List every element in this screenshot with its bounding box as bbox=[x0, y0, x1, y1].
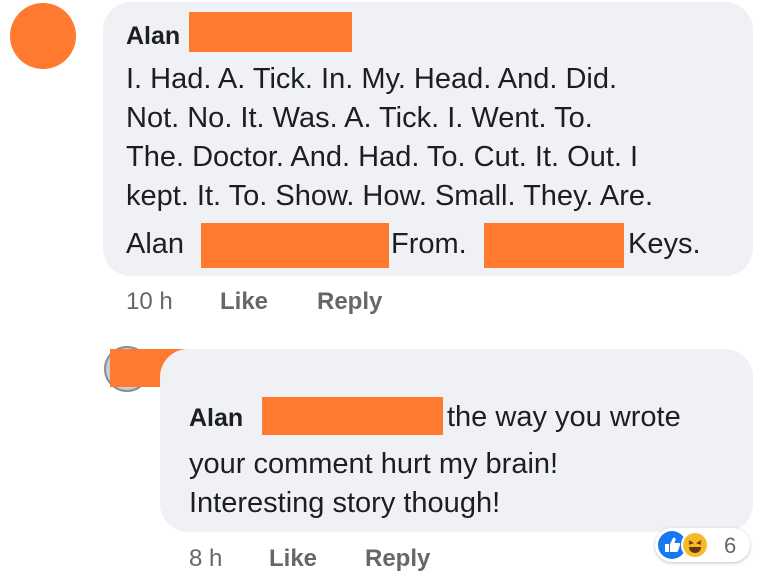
commenter-avatar[interactable] bbox=[10, 3, 76, 69]
reply-like-button[interactable]: Like bbox=[269, 545, 317, 573]
reply-reply-button[interactable]: Reply bbox=[365, 545, 430, 573]
comment-like-button[interactable]: Like bbox=[220, 288, 268, 316]
comment-line-2: Not. No. It. Was. A. Tick. I. Went. To. bbox=[126, 102, 593, 134]
reaction-count: 6 bbox=[724, 533, 737, 558]
reply-line-2: your comment hurt my brain! bbox=[189, 448, 559, 480]
comment-author[interactable]: Alan bbox=[126, 22, 180, 51]
reply-timestamp[interactable]: 8 h bbox=[189, 545, 222, 573]
redacted-surname-2 bbox=[201, 223, 389, 268]
comment-line-1: I. Had. A. Tick. In. My. Head. And. Did. bbox=[126, 63, 618, 95]
comment-line-5-from: From. bbox=[391, 228, 467, 260]
reply-mention[interactable]: Alan bbox=[189, 404, 243, 433]
redacted-place bbox=[484, 223, 624, 268]
redacted-surname bbox=[189, 12, 352, 52]
comment-line-4: kept. It. To. Show. How. Small. They. Ar… bbox=[126, 180, 654, 212]
reply-line-1: the way you wrote bbox=[447, 401, 681, 433]
comment-line-5-name: Alan bbox=[126, 228, 185, 260]
comment-reply-button[interactable]: Reply bbox=[317, 288, 382, 316]
comment-line-5-keys: Keys. bbox=[628, 228, 701, 260]
haha-icon bbox=[681, 531, 709, 559]
reply-line-3: Interesting story though! bbox=[189, 487, 501, 519]
comment-timestamp[interactable]: 10 h bbox=[126, 288, 173, 316]
redacted-mention-surname bbox=[262, 397, 443, 435]
comment-line-3: The. Doctor. And. Had. To. Cut. It. Out.… bbox=[126, 141, 639, 173]
